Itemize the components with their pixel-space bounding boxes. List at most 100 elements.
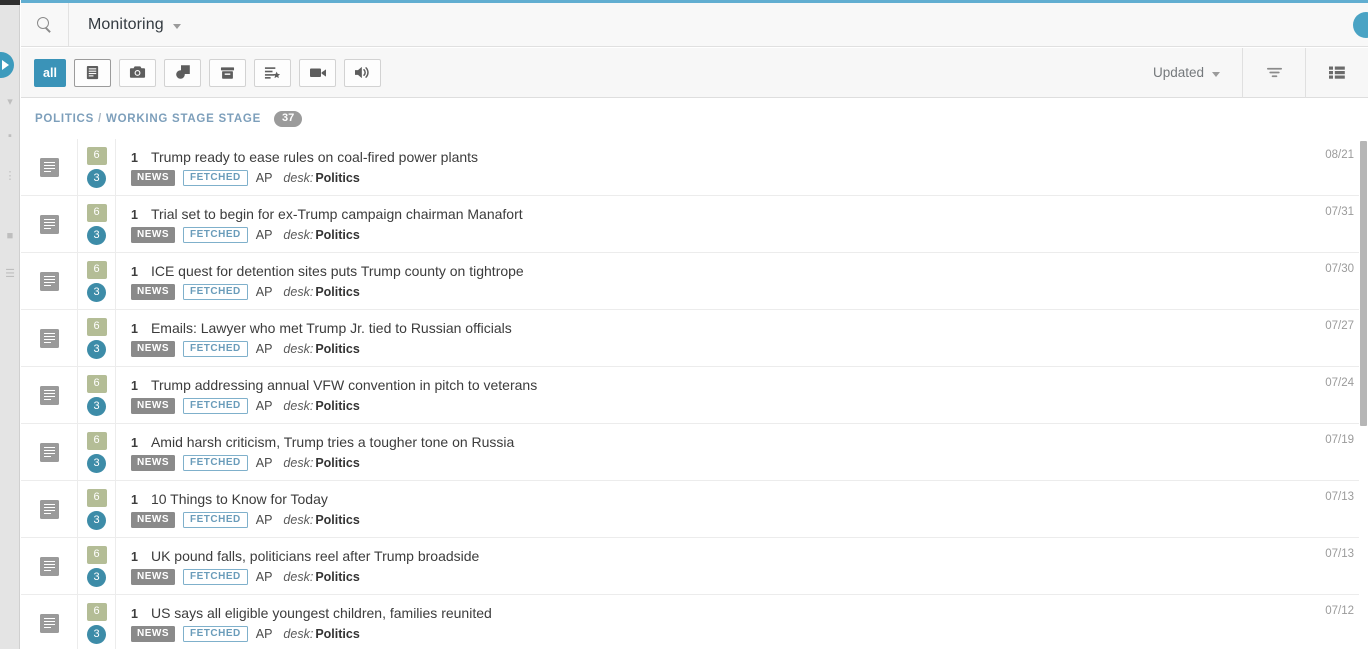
row-desk-label: desk: xyxy=(283,227,314,242)
row-headline[interactable]: Emails: Lawyer who met Trump Jr. tied to… xyxy=(151,320,512,336)
filter-video-button[interactable] xyxy=(299,58,336,87)
row-version-number: 1 xyxy=(131,207,138,222)
status-badge-fetched: FETCHED xyxy=(183,454,248,471)
row-date: 07/19 xyxy=(1325,434,1354,446)
text-document-icon xyxy=(39,613,59,633)
row-date-cell: 08/21 xyxy=(1272,139,1368,195)
rail-icon-2[interactable]: ▪ xyxy=(0,130,20,142)
row-headline[interactable]: Amid harsh criticism, Trump tries a toug… xyxy=(151,434,514,450)
table-row[interactable]: 6 3 1 Trial set to begin for ex-Trump ca… xyxy=(21,196,1368,253)
text-document-icon xyxy=(39,271,59,291)
view-mode-button[interactable] xyxy=(1305,47,1368,98)
row-version-number: 1 xyxy=(131,492,138,507)
status-badge-news: NEWS xyxy=(131,340,175,357)
status-badge-fetched: FETCHED xyxy=(183,397,248,414)
row-desk-value: Politics xyxy=(315,512,360,527)
sidebar-top-bar xyxy=(0,0,20,5)
row-type-cell xyxy=(21,196,78,252)
row-headline[interactable]: US says all eligible youngest children, … xyxy=(151,605,492,621)
row-title-line: 1 Trump addressing annual VFW convention… xyxy=(131,377,1272,393)
graphic-shapes-icon xyxy=(175,65,191,80)
row-date: 07/24 xyxy=(1325,377,1354,389)
row-headline[interactable]: Trump ready to ease rules on coal-fired … xyxy=(151,149,478,165)
filter-package-button[interactable] xyxy=(209,58,246,87)
table-row[interactable]: 6 3 1 UK pound falls, politicians reel a… xyxy=(21,538,1368,595)
text-document-icon xyxy=(39,214,59,234)
row-date-cell: 07/13 xyxy=(1272,538,1368,594)
row-meta-line: NEWS FETCHED AP desk: Politics xyxy=(131,226,1272,243)
filter-all-button[interactable]: all xyxy=(34,58,66,87)
rail-icon-5[interactable]: ☰ xyxy=(0,268,20,280)
rail-icon-1[interactable]: ▾ xyxy=(0,96,20,108)
row-badges-cell: 6 3 xyxy=(78,196,116,252)
scrollbar-thumb[interactable] xyxy=(1360,141,1367,426)
row-date: 08/21 xyxy=(1325,149,1354,161)
table-row[interactable]: 6 3 1 10 Things to Know for Today NEWS F… xyxy=(21,481,1368,538)
table-row[interactable]: 6 3 1 Trump addressing annual VFW conven… xyxy=(21,367,1368,424)
page-title-dropdown[interactable]: Monitoring xyxy=(69,3,181,46)
stage-count-badge: 6 xyxy=(86,545,107,564)
row-content-cell: 1 ICE quest for detention sites puts Tru… xyxy=(116,253,1272,309)
row-desk-value: Politics xyxy=(315,227,360,242)
vertical-scrollbar[interactable] xyxy=(1359,100,1368,649)
version-count-badge: 3 xyxy=(87,624,106,644)
row-meta-line: NEWS FETCHED AP desk: Politics xyxy=(131,397,1272,414)
filter-graphic-button[interactable] xyxy=(164,58,201,87)
row-version-number: 1 xyxy=(131,549,138,564)
row-badges-cell: 6 3 xyxy=(78,595,116,649)
stage-count-badge: 6 xyxy=(86,317,107,336)
row-headline[interactable]: ICE quest for detention sites puts Trump… xyxy=(151,263,524,279)
composite-star-icon xyxy=(264,65,281,80)
row-version-number: 1 xyxy=(131,606,138,621)
row-content-cell: 1 10 Things to Know for Today NEWS FETCH… xyxy=(116,481,1272,537)
filter-text-button[interactable] xyxy=(74,58,111,87)
row-content-cell: 1 US says all eligible youngest children… xyxy=(116,595,1272,649)
rail-icon-4[interactable]: ■ xyxy=(0,230,20,242)
row-desk: desk: Politics xyxy=(283,399,359,413)
stage-count-badge: 6 xyxy=(86,488,107,507)
row-date: 07/12 xyxy=(1325,605,1354,617)
search-button[interactable] xyxy=(21,3,69,46)
status-badge-fetched: FETCHED xyxy=(183,340,248,357)
row-desk-value: Politics xyxy=(315,626,360,641)
filter-composite-button[interactable] xyxy=(254,58,291,87)
row-meta-line: NEWS FETCHED AP desk: Politics xyxy=(131,625,1272,642)
status-badge-fetched: FETCHED xyxy=(183,625,248,642)
row-version-number: 1 xyxy=(131,321,138,336)
row-source: AP xyxy=(255,170,273,185)
filter-audio-button[interactable] xyxy=(344,58,381,87)
table-row[interactable]: 6 3 1 Trump ready to ease rules on coal-… xyxy=(21,139,1368,196)
breadcrumb-item-politics[interactable]: POLITICS xyxy=(35,113,94,125)
filter-button[interactable] xyxy=(1242,47,1305,98)
user-avatar[interactable] xyxy=(1353,12,1368,38)
row-desk-label: desk: xyxy=(283,170,314,185)
status-badge-news: NEWS xyxy=(131,454,175,471)
table-row[interactable]: 6 3 1 US says all eligible youngest chil… xyxy=(21,595,1368,649)
row-badges-cell: 6 3 xyxy=(78,424,116,480)
breadcrumb-item-working-stage[interactable]: WORKING STAGE STAGE xyxy=(106,113,261,125)
row-desk-value: Politics xyxy=(315,170,360,185)
row-date: 07/31 xyxy=(1325,206,1354,218)
status-badge-fetched: FETCHED xyxy=(183,226,248,243)
row-source: AP xyxy=(255,227,273,242)
row-badges-cell: 6 3 xyxy=(78,310,116,366)
sort-dropdown[interactable]: Updated xyxy=(1153,48,1242,98)
app-root: ▾ ▪ ⋮ ■ ☰ Monitoring all Updated POLITIC… xyxy=(0,0,1368,649)
table-row[interactable]: 6 3 1 Emails: Lawyer who met Trump Jr. t… xyxy=(21,310,1368,367)
row-headline[interactable]: 10 Things to Know for Today xyxy=(151,491,328,507)
rail-icon-3[interactable]: ⋮ xyxy=(0,170,20,182)
row-title-line: 1 UK pound falls, politicians reel after… xyxy=(131,548,1272,564)
version-count-badge: 3 xyxy=(87,225,106,245)
type-filter-group: all xyxy=(21,58,381,87)
table-row[interactable]: 6 3 1 ICE quest for detention sites puts… xyxy=(21,253,1368,310)
filter-picture-button[interactable] xyxy=(119,58,156,87)
table-row[interactable]: 6 3 1 Amid harsh criticism, Trump tries … xyxy=(21,424,1368,481)
version-count-badge: 3 xyxy=(87,510,106,530)
row-version-number: 1 xyxy=(131,150,138,165)
row-title-line: 1 10 Things to Know for Today xyxy=(131,491,1272,507)
row-headline[interactable]: Trump addressing annual VFW convention i… xyxy=(151,377,537,393)
row-headline[interactable]: UK pound falls, politicians reel after T… xyxy=(151,548,479,564)
left-sidebar-rail: ▾ ▪ ⋮ ■ ☰ xyxy=(0,0,20,649)
row-headline[interactable]: Trial set to begin for ex-Trump campaign… xyxy=(151,206,523,222)
row-title-line: 1 Trump ready to ease rules on coal-fire… xyxy=(131,149,1272,165)
